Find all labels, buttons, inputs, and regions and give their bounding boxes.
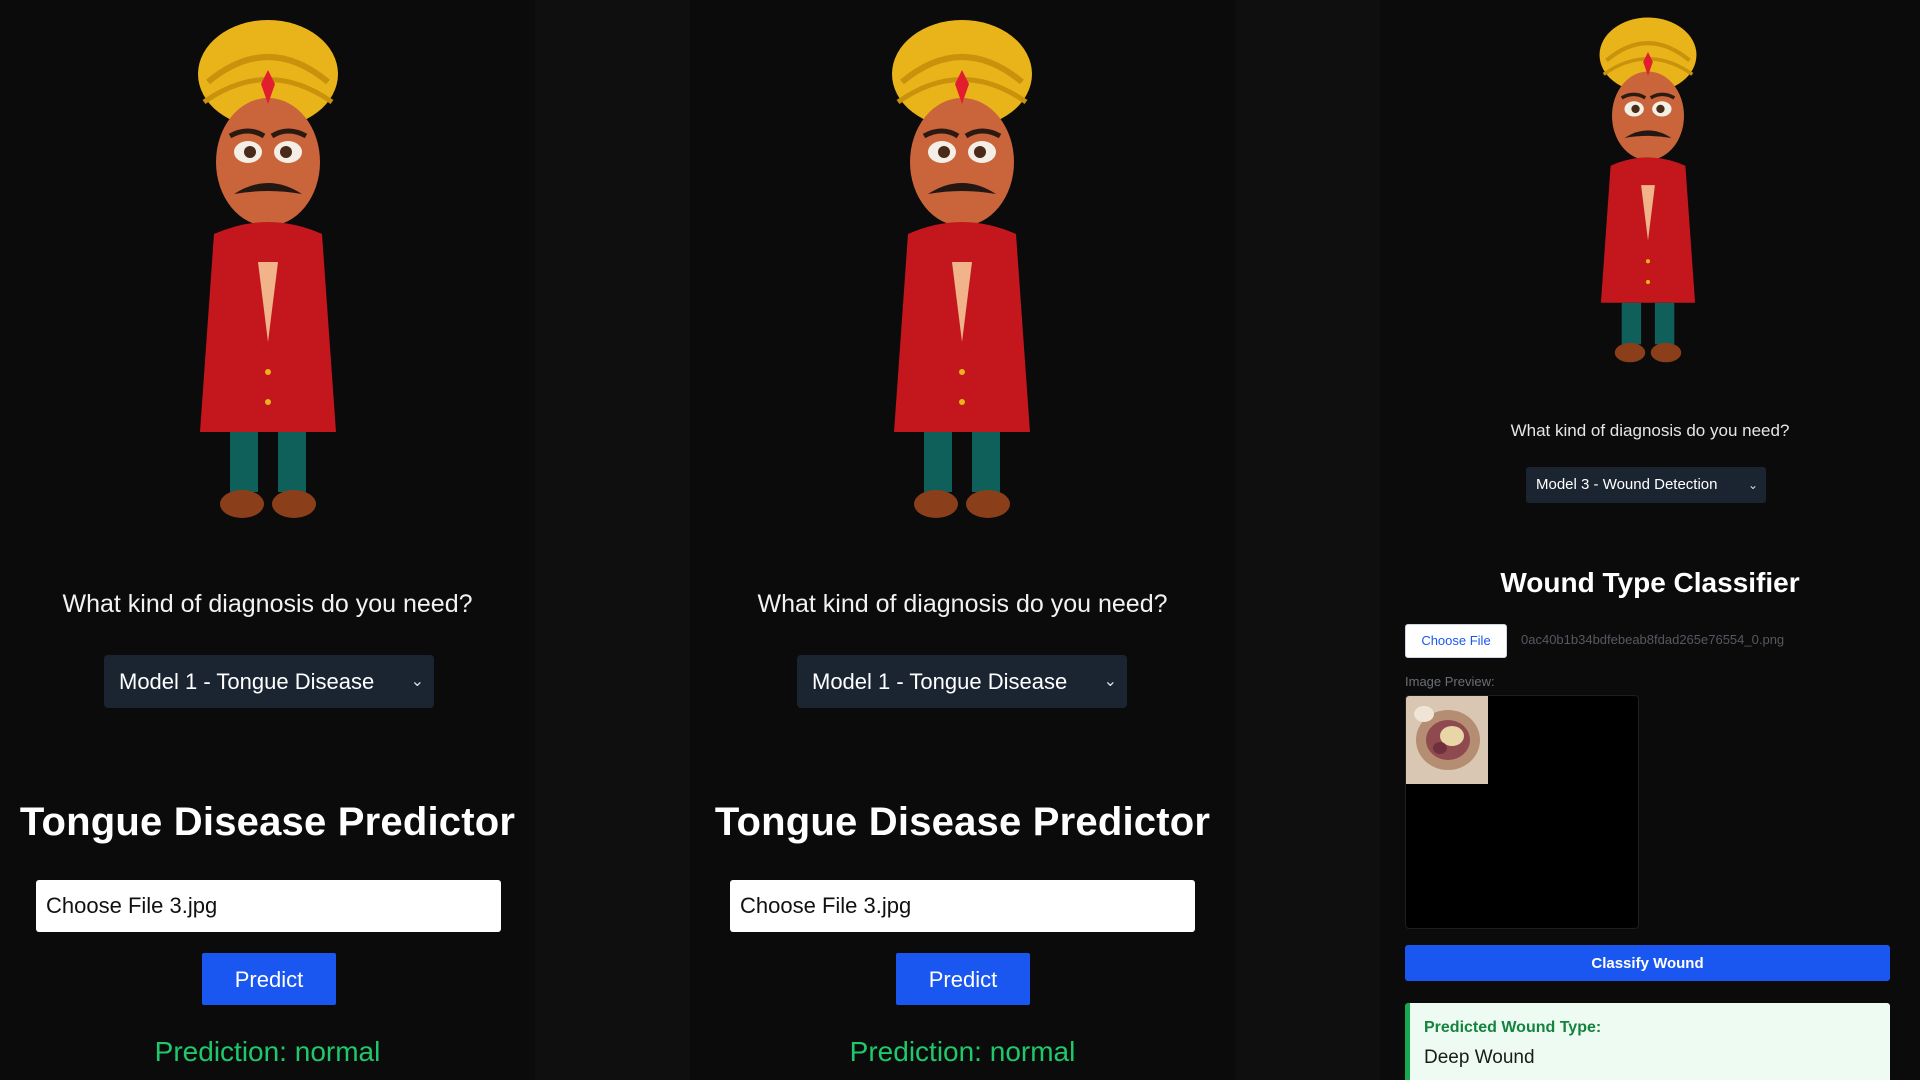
panel-gutter (1235, 0, 1380, 1080)
prediction-result: Prediction: normal (154, 1036, 381, 1067)
wound-preview-image (1406, 696, 1488, 784)
file-input[interactable]: Choose File 3.jpg (36, 880, 501, 932)
predict-button[interactable]: Predict (202, 953, 336, 1005)
image-preview-label: Image Preview: (1405, 674, 1495, 689)
panel-gutter (535, 0, 690, 1080)
model-select-value: Model 1 - Tongue Disease (119, 669, 375, 694)
result-heading: Predicted Wound Type: (1424, 1019, 1602, 1036)
chevron-down-icon: ⌄ (1747, 478, 1758, 492)
model-select[interactable]: Model 3 - Wound Detection ⌄ (1526, 467, 1766, 503)
model-select[interactable]: Model 1 - Tongue Disease ⌄ (797, 655, 1127, 708)
mascot-character-illustration (892, 20, 1032, 518)
model-select[interactable]: Model 1 - Tongue Disease ⌄ (104, 655, 434, 708)
predict-button[interactable]: Predict (896, 953, 1030, 1005)
page-title: Tongue Disease Predictor (19, 800, 516, 844)
tongue-panel-1: What kind of diagnosis do you need? Mode… (0, 0, 535, 1080)
prediction-result: Prediction: normal (849, 1036, 1076, 1067)
mascot-character-illustration (1599, 17, 1697, 363)
screenshot-stage: What kind of diagnosis do you need? Mode… (0, 0, 1920, 1080)
classify-wound-button[interactable]: Classify Wound (1405, 945, 1890, 981)
diagnosis-question: What kind of diagnosis do you need? (757, 590, 1168, 618)
chevron-down-icon: ⌄ (1103, 673, 1117, 690)
mascot-character-illustration (198, 20, 338, 518)
model-select-value: Model 3 - Wound Detection (1536, 476, 1718, 493)
selected-file-name: 0ac40b1b34bdfebeab8fdad265e76554_0.png (1521, 632, 1785, 647)
model-select-value: Model 1 - Tongue Disease (812, 669, 1068, 694)
wound-result-card: Predicted Wound Type: Deep Wound (1405, 1003, 1890, 1080)
diagnosis-question: What kind of diagnosis do you need? (62, 590, 473, 618)
page-title: Tongue Disease Predictor (714, 800, 1211, 844)
file-input[interactable]: Choose File 3.jpg (730, 880, 1195, 932)
diagnosis-question: What kind of diagnosis do you need? (1510, 421, 1790, 440)
choose-file-button[interactable]: Choose File (1405, 624, 1507, 658)
chevron-down-icon: ⌄ (410, 673, 424, 690)
tongue-panel-2: What kind of diagnosis do you need? Mode… (690, 0, 1235, 1080)
wound-panel: What kind of diagnosis do you need? Mode… (1380, 0, 1920, 1080)
image-preview (1405, 695, 1639, 929)
result-value: Deep Wound (1424, 1047, 1535, 1068)
page-title: Wound Type Classifier (1500, 567, 1800, 598)
